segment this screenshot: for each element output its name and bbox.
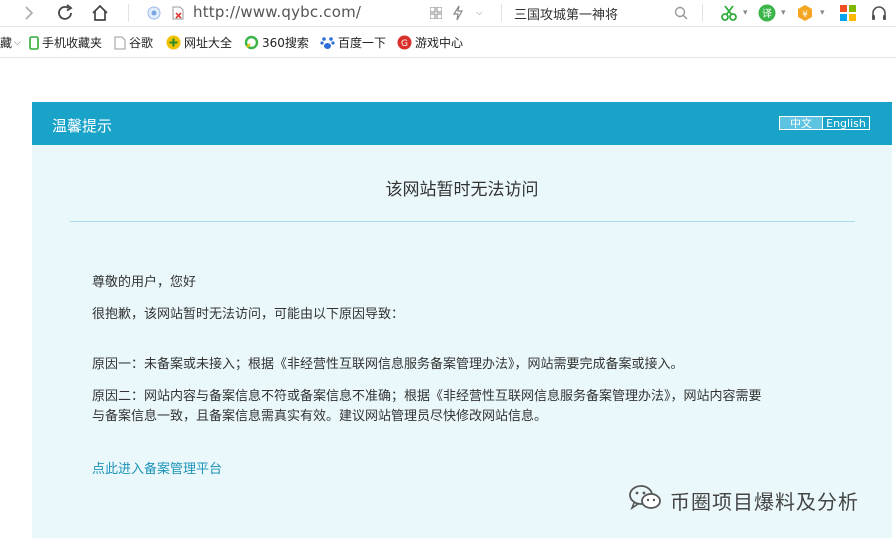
- bookmark-google[interactable]: 谷歌: [114, 34, 153, 51]
- headphones-icon[interactable]: [868, 3, 890, 23]
- reason-two-line2: 与备案信息一致，且备案信息需真实有效。建议网站管理员尽快修改网站信息。: [92, 409, 548, 424]
- apps-icon[interactable]: [838, 3, 858, 23]
- coupon-dropdown-icon[interactable]: ▾: [820, 8, 825, 18]
- reason-one-text: 原因一：未备案或未接入；根据《非经营性互联网信息服务备案管理办法》，网站需要完成…: [92, 357, 684, 372]
- svg-text:译: 译: [762, 8, 772, 20]
- reason-two-line1: 原因二：网站内容与备案信息不符或备案信息不准确；根据《非经营性互联网信息服务备案…: [92, 389, 762, 404]
- plus-circle-icon: [166, 35, 181, 50]
- wechat-watermark: 币圈项目爆料及分析: [628, 484, 859, 516]
- refresh-icon[interactable]: [54, 2, 76, 24]
- wechat-icon: [628, 484, 662, 516]
- notice-header-title: 温馨提示: [52, 117, 113, 135]
- bookmark-label: 网址大全: [184, 36, 233, 50]
- phone-icon: [29, 35, 39, 50]
- bookmark-game-center[interactable]: G 游戏中心: [397, 34, 463, 51]
- notice-header: 温馨提示 中文 English: [32, 102, 892, 145]
- search-icon[interactable]: [672, 4, 690, 22]
- notice-panel: 温馨提示 中文 English 该网站暂时无法访问 尊敬的用户，您好 很抱歉，该…: [32, 102, 892, 538]
- greeting-text: 尊敬的用户，您好: [92, 275, 197, 290]
- search-input[interactable]: 三国攻城第一神将: [514, 4, 618, 23]
- watermark-text: 币圈项目爆料及分析: [670, 489, 859, 514]
- browser-toolbar: http://www.qybc.com/ ⌵ 三国攻城第一神将 ▾ 译 ▾ ¥ …: [0, 0, 896, 27]
- divider: [70, 221, 855, 222]
- home-icon[interactable]: [89, 2, 111, 24]
- bookmark-label: 游戏中心: [415, 36, 464, 50]
- page-icon: [114, 36, 126, 50]
- scissors-dropdown-icon[interactable]: ▾: [743, 8, 748, 18]
- bookmark-url-directory[interactable]: 网址大全: [166, 34, 232, 51]
- bookmark-baidu[interactable]: 百度一下: [320, 34, 386, 51]
- apology-text: 很抱歉，该网站暂时无法访问，可能由以下原因导致：: [92, 307, 405, 322]
- lang-chinese-button[interactable]: 中文: [779, 116, 823, 130]
- grid-apps-icon[interactable]: [428, 5, 444, 21]
- scissors-icon[interactable]: [718, 3, 740, 23]
- paw-icon: [320, 35, 335, 50]
- search-ring-icon: [244, 35, 259, 50]
- bookmark-label: 360搜索: [262, 36, 309, 50]
- speed-mode-icon[interactable]: [146, 5, 162, 21]
- engine-dropdown-icon[interactable]: ⌵: [476, 8, 483, 18]
- bookmark-overflow[interactable]: 藏 ⌵: [0, 34, 21, 51]
- forward-icon[interactable]: [18, 2, 40, 24]
- filing-platform-link[interactable]: 点此进入备案管理平台: [92, 458, 222, 477]
- page-title: 该网站暂时无法访问: [385, 180, 539, 200]
- bookmark-mobile-favorites[interactable]: 手机收藏夹: [29, 34, 102, 51]
- coupon-icon[interactable]: ¥: [795, 3, 815, 23]
- bookmark-label: 手机收藏夹: [42, 36, 103, 50]
- translate-dropdown-icon[interactable]: ▾: [781, 8, 786, 18]
- svg-text:¥: ¥: [802, 10, 808, 20]
- bookmarks-bar: 藏 ⌵ 手机收藏夹 谷歌 网址大全 360搜索 百度一下 G 游戏中心: [0, 27, 896, 58]
- lang-english-button[interactable]: English: [823, 116, 870, 130]
- bookmark-label: 谷歌: [129, 36, 154, 50]
- insecure-site-icon[interactable]: [170, 5, 186, 21]
- address-bar-url[interactable]: http://www.qybc.com/: [193, 3, 361, 21]
- bookmark-label: 百度一下: [338, 36, 387, 50]
- lightning-icon[interactable]: [450, 4, 466, 22]
- translate-icon[interactable]: 译: [757, 3, 777, 23]
- svg-text:G: G: [401, 39, 408, 49]
- game-icon: G: [397, 35, 412, 50]
- bookmark-360-search[interactable]: 360搜索: [244, 34, 309, 51]
